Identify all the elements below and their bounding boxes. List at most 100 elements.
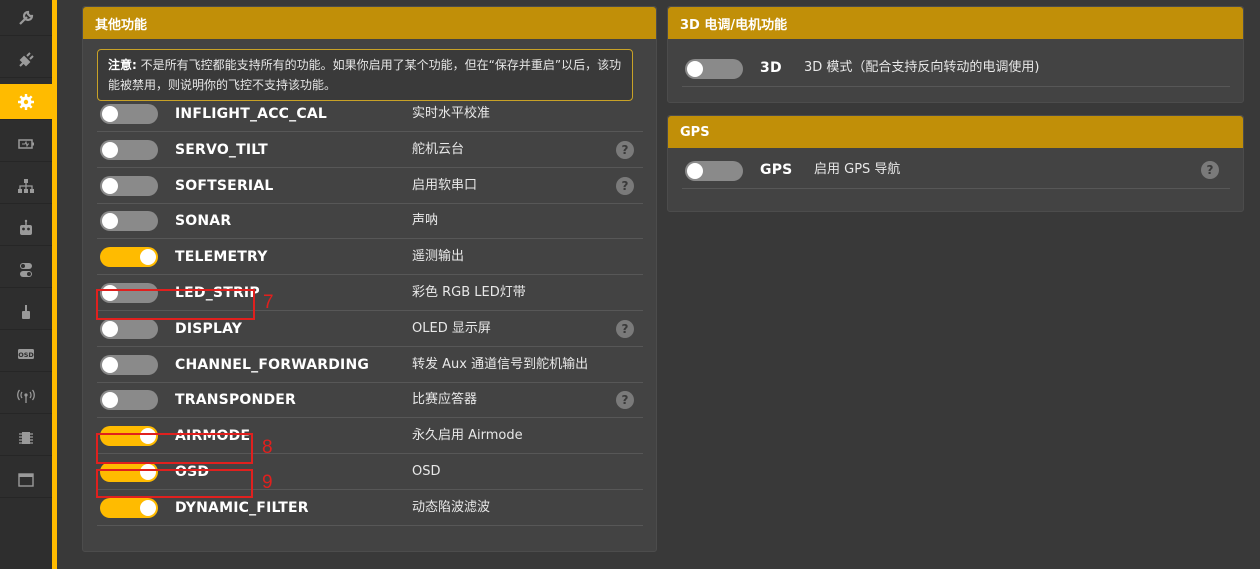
- toggle-knob: [102, 213, 118, 230]
- feature-description: 动态陷波滤波: [412, 499, 491, 515]
- main-content: 其他功能 注意: 不是所有飞控都能支持所有的功能。如果你启用了某个功能，但在“保…: [57, 0, 1260, 569]
- feature-desc-3d: 3D 模式（配合支持反向转动的电调使用): [804, 60, 1040, 75]
- feature-row-3d: 3D 3D 模式（配合支持反向转动的电调使用): [682, 49, 1230, 87]
- feature-name-3d: 3D: [760, 60, 782, 76]
- toggle-sonar[interactable]: [100, 211, 158, 232]
- toggle-display[interactable]: [100, 318, 158, 339]
- sidebar-item-sensors[interactable]: [0, 420, 52, 456]
- feature-row-sonar: SONAR 声呐: [97, 203, 643, 240]
- hierarchy-icon: [18, 178, 34, 193]
- toggle-servo-tilt[interactable]: [100, 139, 158, 160]
- sidebar-item-configuration[interactable]: [0, 84, 52, 120]
- chip-icon: [19, 431, 33, 444]
- feature-row-softserial: SOFTSERIAL 启用软串口?: [97, 168, 643, 204]
- toggle-3d[interactable]: [685, 59, 743, 79]
- toggle-dynamic-filter[interactable]: [100, 497, 158, 518]
- feature-row-gps: GPS 启用 GPS 导航 ?: [682, 151, 1230, 189]
- annotation-number-9: 9: [262, 472, 273, 493]
- sidebar-item-power-battery[interactable]: [0, 126, 52, 162]
- help-icon[interactable]: ?: [616, 176, 634, 195]
- feature-name: SONAR: [175, 213, 232, 230]
- features-panel: 其他功能 注意: 不是所有飞控都能支持所有的功能。如果你启用了某个功能，但在“保…: [82, 6, 657, 552]
- feature-row-channel-forwarding: CHANNEL_FORWARDING 转发 Aux 通道信号到舵机输出: [97, 347, 643, 383]
- toggle-knob: [102, 320, 118, 337]
- toggle-knob: [140, 249, 156, 266]
- help-icon[interactable]: ?: [616, 319, 634, 338]
- feature-description: OSD: [412, 464, 441, 479]
- toggle-switches-icon: [20, 262, 32, 277]
- help-icon[interactable]: ?: [1201, 161, 1219, 179]
- feature-row-servo-tilt: SERVO_TILT 舵机云台?: [97, 132, 643, 168]
- power-plug-icon: [19, 51, 34, 67]
- feature-name-gps: GPS: [760, 162, 793, 178]
- feature-name: SOFTSERIAL: [175, 177, 274, 194]
- toggle-knob: [687, 61, 703, 77]
- feature-description: 舵机云台: [412, 141, 465, 157]
- highlight-box-airmode: [96, 433, 253, 464]
- features-panel-title: 其他功能: [83, 7, 656, 39]
- window-icon: [18, 472, 34, 487]
- highlight-box-osd: [96, 469, 253, 498]
- feature-name: SERVO_TILT: [175, 141, 268, 158]
- features-note: 注意: 不是所有飞控都能支持所有的功能。如果你启用了某个功能，但在“保存并重启”…: [97, 49, 633, 101]
- feature-desc-gps: 启用 GPS 导航: [814, 162, 901, 177]
- feature-description: 实时水平校准: [412, 106, 491, 121]
- feature-row-transponder: TRANSPONDER 比赛应答器?: [97, 382, 643, 419]
- esc-panel: 3D 电调/电机功能 3D 3D 模式（配合支持反向转动的电调使用): [667, 6, 1244, 103]
- toggle-knob: [140, 499, 156, 516]
- battery-icon: [18, 138, 34, 149]
- annotation-number-7: 7: [263, 292, 274, 313]
- help-icon[interactable]: ?: [616, 391, 634, 410]
- toggle-gps[interactable]: [685, 161, 743, 181]
- feature-description: 遥测输出: [412, 249, 465, 265]
- toggle-softserial[interactable]: [100, 175, 158, 196]
- sidebar-item-motors[interactable]: [0, 294, 52, 330]
- feature-name: CHANNEL_FORWARDING: [175, 356, 370, 373]
- feature-description: 比赛应答器: [412, 392, 478, 408]
- sidebar-item-failsafe[interactable]: [0, 168, 52, 204]
- feature-name: TELEMETRY: [175, 249, 268, 266]
- sidebar-item-power[interactable]: [0, 42, 52, 78]
- help-icon[interactable]: ?: [616, 140, 634, 159]
- toggle-transponder[interactable]: [100, 390, 158, 411]
- note-text: 不是所有飞控都能支持所有的功能。如果你启用了某个功能，但在“保存并重启”以后，该…: [108, 58, 622, 92]
- feature-row-telemetry: TELEMETRY 遥测输出: [97, 239, 643, 276]
- feature-description: OLED 显示屏: [412, 320, 491, 336]
- note-label: 注意:: [108, 58, 137, 72]
- toggle-knob: [687, 163, 703, 179]
- sidebar-item-vtx[interactable]: [0, 378, 52, 414]
- feature-name: TRANSPONDER: [175, 392, 297, 409]
- motor-icon: [22, 304, 30, 319]
- feature-description: 永久启用 Airmode: [412, 428, 523, 444]
- sidebar-item-cli[interactable]: [0, 462, 52, 498]
- toggle-knob: [102, 392, 118, 409]
- feature-name: INFLIGHT_ACC_CAL: [175, 106, 327, 122]
- sidebar: OSD: [0, 0, 52, 569]
- esc-panel-title: 3D 电调/电机功能: [668, 7, 1243, 39]
- sidebar-item-modes[interactable]: [0, 252, 52, 288]
- app-root: OSD 其他功能 注意: 不是所有飞控都能支持所有的功能。如果你启用了某个功能，…: [0, 0, 1260, 569]
- gps-panel-title: GPS: [668, 116, 1243, 148]
- toggle-knob: [102, 106, 118, 122]
- osd-icon: OSD: [18, 348, 34, 359]
- toggle-channel-forwarding[interactable]: [100, 354, 158, 375]
- svg-text:OSD: OSD: [18, 351, 34, 359]
- feature-description: 彩色 RGB LED灯带: [412, 285, 526, 300]
- highlight-box-led-strip: [96, 289, 255, 320]
- feature-description: 声呐: [412, 213, 439, 229]
- toggle-telemetry[interactable]: [100, 247, 158, 268]
- feature-row-inflight-acc-cal: INFLIGHT_ACC_CAL 实时水平校准: [97, 96, 643, 132]
- feature-description: 启用软串口: [412, 177, 478, 193]
- wrench-icon: [19, 10, 34, 25]
- sidebar-item-setup[interactable]: [0, 0, 52, 36]
- sidebar-item-osd[interactable]: OSD: [0, 336, 52, 372]
- toggle-knob: [102, 356, 118, 373]
- feature-description: 转发 Aux 通道信号到舵机输出: [412, 356, 589, 372]
- sidebar-item-receiver[interactable]: [0, 210, 52, 246]
- toggle-inflight-acc-cal[interactable]: [100, 104, 158, 124]
- gps-panel: GPS GPS 启用 GPS 导航 ?: [667, 115, 1244, 212]
- toggle-knob: [102, 141, 118, 158]
- robot-icon: [20, 219, 32, 235]
- annotation-number-8: 8: [262, 437, 273, 458]
- signal-tower-icon: [17, 389, 35, 403]
